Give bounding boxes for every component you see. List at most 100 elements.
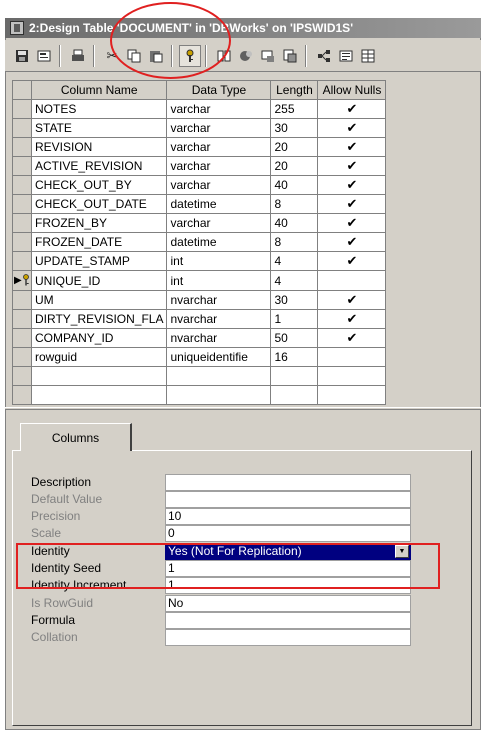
cell-length[interactable]: 40 (270, 213, 319, 233)
cell-column-name[interactable]: REVISION (30, 137, 168, 157)
table-row[interactable]: FROZEN_DATE datetime 8 ✔ (12, 232, 387, 252)
cell-column-name[interactable]: FROZEN_BY (30, 213, 168, 233)
cell-data-type[interactable]: varchar (166, 213, 272, 233)
cell-length[interactable]: 30 (270, 290, 319, 310)
table-row[interactable]: FROZEN_BY varchar 40 ✔ (12, 213, 387, 233)
cell-data-type[interactable]: nvarchar (166, 309, 272, 329)
row-selector[interactable] (12, 194, 32, 214)
cell-length[interactable]: 1 (270, 309, 319, 329)
is-rowguid-field[interactable]: No (165, 595, 411, 612)
table-row[interactable]: CHECK_OUT_DATE datetime 8 ✔ (12, 194, 387, 214)
indexes-icon[interactable] (235, 45, 257, 67)
table-row[interactable]: COMPANY_ID nvarchar 50 ✔ (12, 328, 387, 348)
cell-data-type[interactable]: nvarchar (166, 328, 272, 348)
row-selector[interactable] (12, 366, 32, 386)
cell-allow-nulls[interactable]: ✔ (317, 118, 387, 138)
cell-data-type[interactable]: uniqueidentifie (166, 347, 272, 367)
row-selector[interactable] (12, 118, 32, 138)
cell-allow-nulls[interactable]: ✔ (317, 99, 387, 119)
row-selector[interactable] (12, 156, 32, 176)
cell-column-name[interactable] (30, 385, 168, 405)
column-header-type[interactable]: Data Type (166, 80, 272, 100)
script-icon[interactable] (335, 45, 357, 67)
row-selector[interactable] (12, 175, 32, 195)
table-row[interactable]: DIRTY_REVISION_FLA nvarchar 1 ✔ (12, 309, 387, 329)
table-row[interactable]: UPDATE_STAMP int 4 ✔ (12, 251, 387, 271)
table-row[interactable]: REVISION varchar 20 ✔ (12, 137, 387, 157)
row-selector[interactable] (12, 232, 32, 252)
cell-column-name[interactable]: DIRTY_REVISION_FLA (30, 309, 168, 329)
table-row[interactable]: ACTIVE_REVISION varchar 20 ✔ (12, 156, 387, 176)
cell-data-type[interactable]: varchar (166, 99, 272, 119)
cell-length[interactable]: 16 (270, 347, 319, 367)
print-icon[interactable] (67, 45, 89, 67)
formula-field[interactable] (165, 612, 411, 629)
cell-allow-nulls[interactable]: ✔ (317, 232, 387, 252)
cell-allow-nulls[interactable]: ✔ (317, 309, 387, 329)
constraints-icon[interactable] (257, 45, 279, 67)
cell-column-name[interactable]: UNIQUE_ID (30, 270, 168, 291)
table-row[interactable]: NOTES varchar 255 ✔ (12, 99, 387, 119)
collation-field[interactable] (165, 629, 411, 646)
cell-column-name[interactable]: CHECK_OUT_DATE (30, 194, 168, 214)
cell-allow-nulls[interactable]: ✔ (317, 137, 387, 157)
cell-allow-nulls[interactable]: ✔ (317, 328, 387, 348)
default-value-field[interactable] (165, 491, 411, 508)
cell-column-name[interactable]: NOTES (30, 99, 168, 119)
cell-length[interactable]: 4 (270, 251, 319, 271)
cell-data-type[interactable] (166, 385, 272, 405)
table-row-empty[interactable] (12, 385, 387, 405)
cell-allow-nulls[interactable]: ✔ (317, 194, 387, 214)
cell-column-name[interactable]: rowguid (30, 347, 168, 367)
cell-length[interactable]: 20 (270, 137, 319, 157)
row-selector[interactable] (12, 347, 32, 367)
cell-length[interactable]: 30 (270, 118, 319, 138)
description-field[interactable] (165, 474, 411, 491)
cell-length[interactable] (270, 385, 319, 405)
cell-data-type[interactable]: datetime (166, 232, 272, 252)
cell-column-name[interactable]: UPDATE_STAMP (30, 251, 168, 271)
properties-icon[interactable] (33, 45, 55, 67)
cell-length[interactable]: 8 (270, 232, 319, 252)
cell-allow-nulls[interactable]: ✔ (317, 213, 387, 233)
scale-field[interactable]: 0 (165, 525, 411, 542)
row-selector[interactable] (12, 290, 32, 310)
column-header-name[interactable]: Column Name (30, 80, 168, 100)
cell-data-type[interactable]: int (166, 251, 272, 271)
cell-allow-nulls[interactable]: ✔ (317, 156, 387, 176)
cell-column-name[interactable] (30, 366, 168, 386)
generate-icon[interactable] (357, 45, 379, 67)
precision-field[interactable]: 10 (165, 508, 411, 525)
cell-data-type[interactable]: varchar (166, 175, 272, 195)
cell-column-name[interactable]: UM (30, 290, 168, 310)
table-row-current[interactable]: ▶ UNIQUE_ID int 4 (12, 270, 387, 291)
cell-allow-nulls[interactable] (317, 385, 387, 405)
cell-column-name[interactable]: ACTIVE_REVISION (30, 156, 168, 176)
cell-column-name[interactable]: FROZEN_DATE (30, 232, 168, 252)
row-selector[interactable] (12, 251, 32, 271)
row-selector[interactable] (12, 137, 32, 157)
cell-length[interactable]: 40 (270, 175, 319, 195)
cell-allow-nulls[interactable]: ✔ (317, 290, 387, 310)
cell-length[interactable] (270, 366, 319, 386)
cell-allow-nulls[interactable]: ✔ (317, 251, 387, 271)
table-row[interactable]: CHECK_OUT_BY varchar 40 ✔ (12, 175, 387, 195)
cell-length[interactable]: 8 (270, 194, 319, 214)
tab-columns[interactable]: Columns (20, 423, 132, 451)
cell-allow-nulls[interactable] (317, 366, 387, 386)
cell-column-name[interactable]: STATE (30, 118, 168, 138)
cell-allow-nulls[interactable] (317, 347, 387, 367)
cell-column-name[interactable]: COMPANY_ID (30, 328, 168, 348)
row-selector[interactable] (12, 309, 32, 329)
cell-length[interactable]: 255 (270, 99, 319, 119)
triggers-icon[interactable] (279, 45, 301, 67)
table-row[interactable]: rowguid uniqueidentifie 16 (12, 347, 387, 367)
cell-data-type[interactable]: varchar (166, 156, 272, 176)
cell-data-type[interactable]: varchar (166, 137, 272, 157)
cell-allow-nulls[interactable]: ✔ (317, 175, 387, 195)
cell-data-type[interactable]: nvarchar (166, 290, 272, 310)
save-icon[interactable] (11, 45, 33, 67)
table-row[interactable]: UM nvarchar 30 ✔ (12, 290, 387, 310)
row-selector[interactable] (12, 328, 32, 348)
pane-splitter[interactable] (5, 407, 481, 410)
